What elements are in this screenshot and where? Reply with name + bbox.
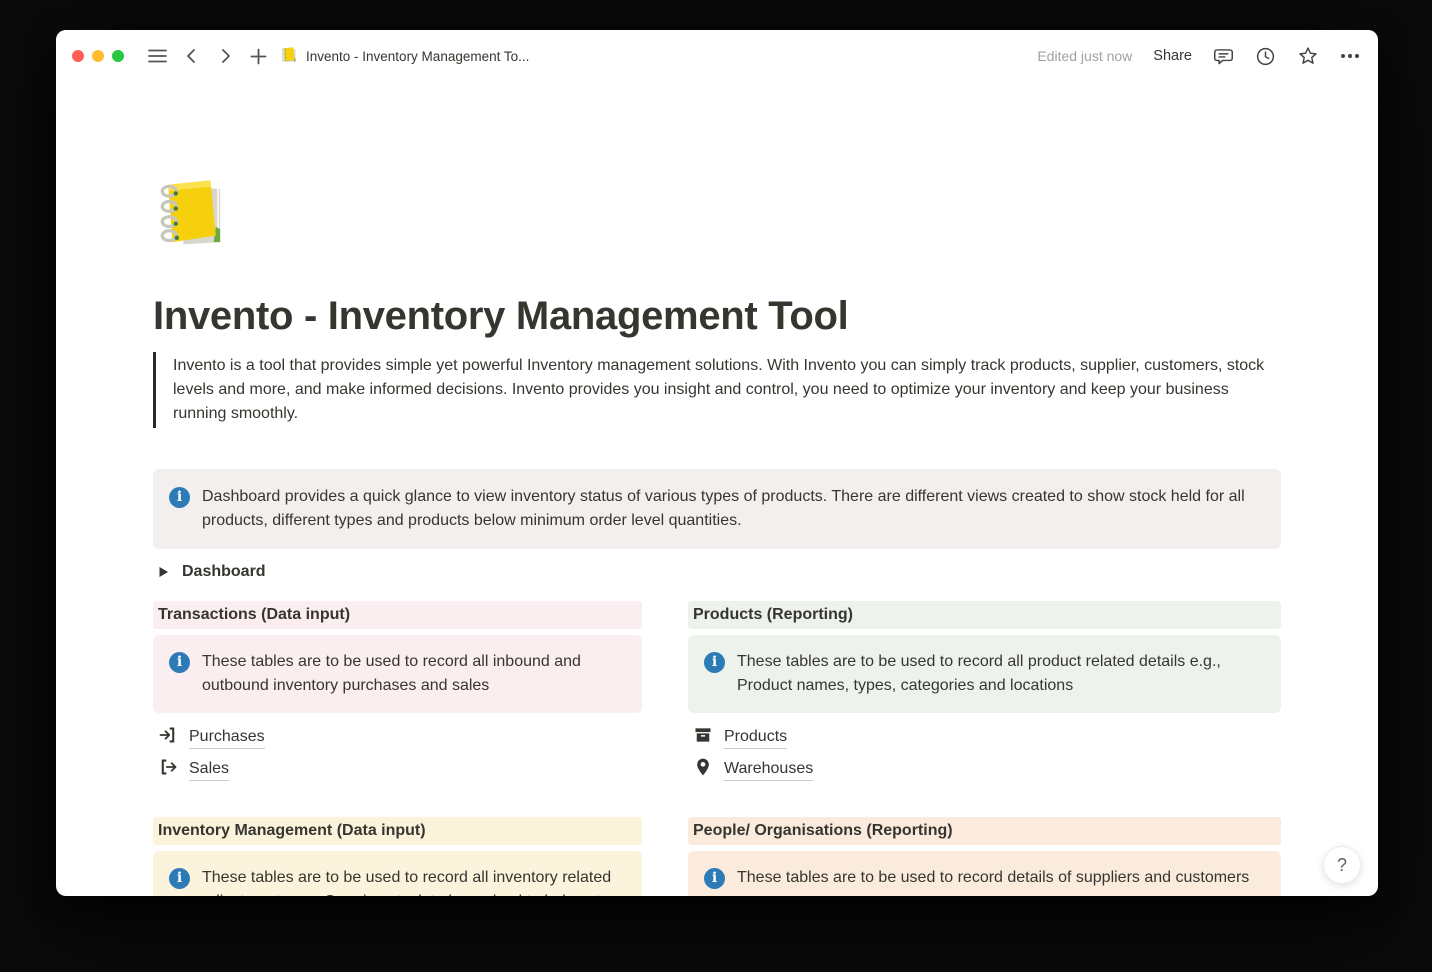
info-icon: i	[169, 868, 190, 889]
help-button[interactable]: ?	[1323, 846, 1361, 884]
breadcrumb[interactable]: Invento - Inventory Management To...	[280, 46, 529, 67]
warehouses-link-label[interactable]: Warehouses	[724, 758, 813, 781]
back-icon[interactable]	[184, 48, 200, 64]
dashboard-info-callout: i Dashboard provides a quick glance to v…	[153, 469, 1281, 549]
products-column: Products (Reporting) i These tables are …	[688, 601, 1281, 785]
dashboard-info-text: Dashboard provides a quick glance to vie…	[202, 485, 1265, 533]
products-callout: i These tables are to be used to record …	[688, 635, 1281, 713]
transactions-callout: i These tables are to be used to record …	[153, 635, 642, 713]
more-ellipsis-icon[interactable]	[1340, 53, 1360, 59]
info-icon: i	[704, 652, 725, 673]
inventory-column: Inventory Management (Data input) i Thes…	[153, 817, 642, 896]
history-icon[interactable]	[1255, 46, 1276, 67]
forward-icon[interactable]	[217, 48, 233, 64]
intro-quote: Invento is a tool that provides simple y…	[153, 352, 1281, 428]
toggle-triangle-icon[interactable]	[158, 566, 169, 578]
page-link-sales[interactable]: Sales	[153, 753, 642, 785]
products-link-label[interactable]: Products	[724, 726, 787, 749]
people-heading: People/ Organisations (Reporting)	[688, 817, 1281, 845]
inventory-callout-text: These tables are to be used to record al…	[202, 866, 626, 896]
transactions-column: Transactions (Data input) i These tables…	[153, 601, 642, 785]
enter-door-icon	[158, 725, 178, 750]
new-tab-icon[interactable]	[250, 48, 267, 65]
columns-row-2: Inventory Management (Data input) i Thes…	[153, 817, 1281, 896]
minimize-window-button[interactable]	[92, 50, 104, 62]
app-window: Invento - Inventory Management To... Edi…	[56, 30, 1378, 896]
purchases-link-label[interactable]: Purchases	[189, 726, 265, 749]
products-links: Products Warehouses	[688, 721, 1281, 785]
share-button[interactable]: Share	[1153, 48, 1192, 64]
page-link-warehouses[interactable]: Warehouses	[688, 753, 1281, 785]
notebook-emoji-icon	[280, 46, 298, 67]
transactions-callout-text: These tables are to be used to record al…	[202, 650, 626, 698]
titlebar: Invento - Inventory Management To... Edi…	[56, 30, 1378, 82]
document-title: Invento - Inventory Management To...	[306, 49, 529, 64]
page-emoji-icon[interactable]	[153, 175, 231, 253]
traffic-lights	[72, 50, 124, 62]
people-callout-text: These tables are to be used to record de…	[737, 866, 1249, 890]
inventory-heading: Inventory Management (Data input)	[153, 817, 642, 845]
page-body: Invento - Inventory Management Tool Inve…	[153, 82, 1281, 896]
products-callout-text: These tables are to be used to record al…	[737, 650, 1265, 698]
columns-row-1: Transactions (Data input) i These tables…	[153, 601, 1281, 785]
dashboard-toggle[interactable]: Dashboard	[153, 558, 1281, 586]
comments-icon[interactable]	[1213, 46, 1234, 67]
products-heading: Products (Reporting)	[688, 601, 1281, 629]
archive-box-icon	[693, 725, 713, 750]
transactions-links: Purchases Sales	[153, 721, 642, 785]
page-link-purchases[interactable]: Purchases	[153, 721, 642, 753]
inventory-callout: i These tables are to be used to record …	[153, 851, 642, 896]
sidebar-menu-icon[interactable]	[148, 48, 167, 64]
transactions-heading: Transactions (Data input)	[153, 601, 642, 629]
sales-link-label[interactable]: Sales	[189, 758, 229, 781]
edited-status: Edited just now	[1037, 48, 1132, 64]
people-callout: i These tables are to be used to record …	[688, 851, 1281, 896]
page-link-products[interactable]: Products	[688, 721, 1281, 753]
page-title: Invento - Inventory Management Tool	[153, 293, 1281, 339]
info-icon: i	[169, 487, 190, 508]
zoom-window-button[interactable]	[112, 50, 124, 62]
info-icon: i	[704, 868, 725, 889]
people-column: People/ Organisations (Reporting) i Thes…	[688, 817, 1281, 896]
dashboard-toggle-label: Dashboard	[182, 563, 266, 581]
close-window-button[interactable]	[72, 50, 84, 62]
location-pin-icon	[693, 757, 713, 782]
exit-door-icon	[158, 757, 178, 782]
favorite-star-icon[interactable]	[1297, 45, 1319, 67]
info-icon: i	[169, 652, 190, 673]
